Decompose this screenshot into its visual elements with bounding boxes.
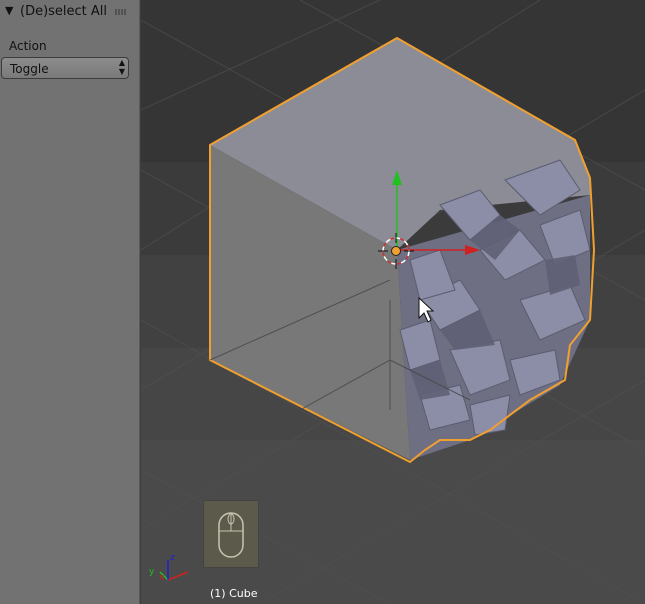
axis-z-label: z [170, 553, 175, 563]
panel-header[interactable]: ▼ (De)select All [0, 0, 139, 24]
triangle-down-icon[interactable]: ▼ [5, 4, 13, 17]
axis-gizmo-icon: y z x [149, 553, 189, 583]
object-name-label: (1) Cube [210, 587, 258, 600]
action-dropdown-value: Toggle [10, 62, 49, 76]
axis-y-label: y [149, 567, 155, 577]
drag-grip-icon[interactable] [115, 9, 127, 15]
action-dropdown[interactable]: Toggle ▲ ▼ [1, 57, 129, 79]
mouse-icon [218, 512, 244, 558]
panel-title: (De)select All [20, 4, 108, 19]
mouse-input-indicator [203, 500, 259, 568]
operator-panel: ▼ (De)select All Action Toggle ▲ ▼ [0, 0, 140, 604]
3d-viewport[interactable]: y z x (1) Cube [141, 0, 645, 604]
updown-arrows-icon: ▲ ▼ [118, 58, 125, 76]
action-label: Action [9, 39, 47, 53]
axis-x-label: x [159, 573, 165, 583]
